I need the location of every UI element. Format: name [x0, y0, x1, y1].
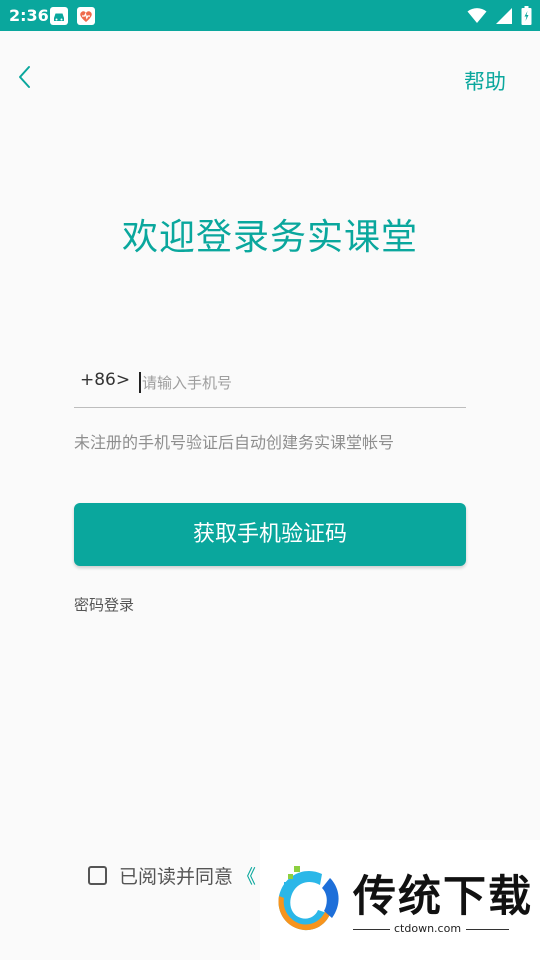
get-verification-code-button[interactable]: 获取手机验证码: [74, 503, 466, 566]
agreement-checkbox[interactable]: [88, 865, 107, 885]
status-time: 2:36: [9, 6, 49, 25]
health-app-notification-icon: [77, 7, 95, 25]
agreement-row: 已阅读并同意 《: [88, 862, 256, 888]
back-button[interactable]: [14, 62, 42, 92]
status-bar: 2:36: [0, 0, 540, 31]
phone-number-input[interactable]: [142, 370, 442, 396]
country-code-selector[interactable]: +86>: [80, 370, 130, 390]
text-cursor: [139, 372, 141, 393]
car-notification-icon: [50, 7, 68, 25]
cell-signal-icon: [495, 7, 513, 29]
chevron-left-icon: [19, 66, 30, 88]
agreement-link[interactable]: 《: [237, 862, 256, 889]
watermark-domain: ctdown.com: [394, 922, 462, 935]
password-login-link[interactable]: 密码登录: [74, 594, 134, 615]
agreement-text: 已阅读并同意: [119, 865, 234, 888]
battery-icon: [521, 6, 532, 29]
watermark-divider-left: [353, 929, 390, 930]
watermark-title: 传统下载: [353, 872, 533, 922]
watermark-logo-icon: [270, 862, 348, 942]
watermark-divider-right: [466, 929, 509, 930]
watermark: 传统下载 ctdown.com: [260, 840, 540, 960]
wifi-icon: [467, 7, 487, 29]
help-button[interactable]: 帮助: [464, 66, 506, 96]
phone-input-row: +86>: [74, 366, 466, 408]
welcome-title: 欢迎登录务实课堂: [121, 217, 418, 258]
registration-hint: 未注册的手机号验证后自动创建务实课堂帐号: [74, 433, 395, 452]
